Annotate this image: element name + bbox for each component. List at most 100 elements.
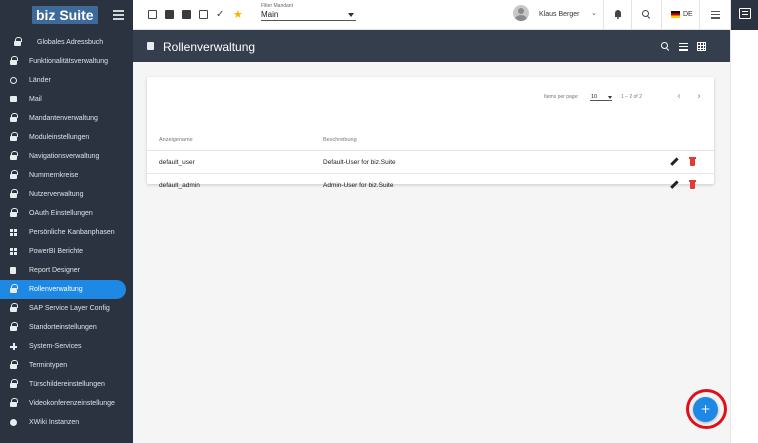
- sidebar-item-label: Persönliche Kanbanphasen: [29, 229, 115, 236]
- items-per-page-value: 10: [591, 94, 598, 100]
- user-menu-chevron-icon[interactable]: ⌄: [591, 9, 597, 17]
- lock-icon: [10, 284, 18, 293]
- mandant-filter-label: Filter Mandant: [261, 3, 293, 9]
- role-name: default_admin: [159, 182, 200, 189]
- sidebar-item[interactable]: Türschildereinstellungen: [0, 375, 133, 394]
- user-name[interactable]: Klaus Berger: [539, 11, 579, 18]
- roles-table-card: Items per page: 10 1 – 2 of 2 ‹ › Anzeig…: [147, 77, 714, 189]
- sidebar-item-label: XWiki Instanzen: [29, 419, 80, 426]
- sidebar-item[interactable]: PowerBI Berichte: [0, 242, 133, 261]
- sidebar-item[interactable]: Moduleinstellungen: [0, 128, 133, 147]
- items-per-page-select[interactable]: 10: [590, 91, 612, 101]
- lock-icon: [10, 398, 18, 407]
- list-menu-icon[interactable]: [711, 11, 720, 19]
- sidebar-item[interactable]: Länder: [0, 71, 133, 90]
- right-rail: [730, 0, 758, 443]
- next-page-button[interactable]: ›: [697, 91, 701, 102]
- page-range: 1 – 2 of 2: [621, 94, 642, 100]
- sidebar-item[interactable]: XWiki Instanzen: [0, 413, 133, 432]
- sidebar-item[interactable]: OAuth Einstellungen: [0, 204, 133, 223]
- divider: [603, 0, 604, 30]
- divider: [631, 0, 632, 30]
- globe-icon: [10, 77, 17, 84]
- sidebar-item-label: Standorteinstellungen: [29, 324, 97, 331]
- sidebar-item-label: Nutzerverwaltung: [29, 191, 84, 198]
- contacts-icon[interactable]: [182, 10, 191, 19]
- language-selector[interactable]: DE: [683, 11, 693, 18]
- sidebar-item-label: System-Services: [29, 343, 82, 350]
- circle-icon: [10, 419, 17, 426]
- lock-icon: [10, 360, 18, 369]
- role-description: Admin-User for biz.Suite: [323, 182, 394, 189]
- table-row[interactable]: default_admin Admin-User for biz.Suite: [147, 174, 714, 197]
- highlight-circle: [686, 389, 727, 429]
- sidebar-item[interactable]: System-Services: [0, 337, 133, 356]
- sidebar-item-label: Länder: [29, 77, 51, 84]
- table-header: Anzeigename Beschreibung: [147, 129, 714, 151]
- mandant-filter-select[interactable]: Main: [261, 10, 356, 21]
- sidebar-item-label: Termintypen: [29, 362, 68, 369]
- table-row[interactable]: default_user Default-User for biz.Suite: [147, 151, 714, 174]
- edit-pencil-icon[interactable]: [669, 180, 679, 190]
- sidebar-item[interactable]: Funktionalitätsverwaltung: [0, 52, 133, 71]
- search-icon[interactable]: [661, 42, 668, 49]
- sidebar-item[interactable]: Report Designer: [0, 261, 133, 280]
- chat-toggle[interactable]: [731, 0, 758, 30]
- list-view-icon[interactable]: [679, 43, 688, 51]
- done-all-icon[interactable]: ✓: [216, 10, 225, 20]
- role-description: Default-User for biz.Suite: [323, 159, 396, 166]
- delete-trash-icon[interactable]: [689, 180, 696, 189]
- lock-icon: [10, 113, 18, 122]
- chevron-down-icon: [348, 13, 354, 17]
- calendar-icon[interactable]: [148, 10, 157, 19]
- sidebar-item[interactable]: Rollenverwaltung: [0, 280, 126, 299]
- favorites-star-icon[interactable]: ★: [233, 9, 243, 20]
- sidebar-item[interactable]: Nutzerverwaltung: [0, 185, 133, 204]
- sidebar-item[interactable]: Mail: [0, 90, 133, 109]
- sidebar-item-label: Globales Adressbuch: [37, 39, 104, 46]
- sidebar-item[interactable]: Videokonferenzeinstellunge: [0, 394, 133, 413]
- search-icon[interactable]: [642, 10, 649, 17]
- lock-icon: [10, 56, 18, 65]
- sidebar-list: DublettenGlobales AdressbuchFunktionalit…: [0, 21, 133, 432]
- user-avatar[interactable]: [513, 5, 529, 21]
- lock-icon: [10, 303, 18, 312]
- divider: [699, 0, 700, 30]
- sidebar-header: biz Suite: [0, 0, 133, 30]
- chat-icon[interactable]: [739, 8, 751, 19]
- menu-toggle-icon[interactable]: [113, 10, 124, 20]
- app-logo[interactable]: biz Suite: [32, 6, 98, 24]
- sidebar-item[interactable]: Mandantenverwaltung: [0, 109, 133, 128]
- previous-page-button[interactable]: ‹: [677, 91, 681, 102]
- sidebar-item[interactable]: Navigationsverwaltung: [0, 147, 133, 166]
- page-title: Rollenverwaltung: [163, 40, 256, 54]
- mail-icon: [10, 96, 17, 102]
- sidebar-item[interactable]: Globales Adressbuch: [0, 33, 133, 52]
- grid-icon: [10, 229, 17, 236]
- sidebar-item[interactable]: Termintypen: [0, 356, 133, 375]
- mail-icon[interactable]: [165, 10, 174, 19]
- grid-view-icon[interactable]: [697, 42, 706, 51]
- sidebar-item-label: SAP Service Layer Config: [29, 305, 110, 312]
- sidebar-item[interactable]: Nummernkreise: [0, 166, 133, 185]
- sidebar-item[interactable]: Persönliche Kanbanphasen: [0, 223, 133, 242]
- cross-icon: [10, 343, 17, 350]
- delete-trash-icon[interactable]: [689, 157, 696, 166]
- app-root: DublettenGlobales AdressbuchFunktionalit…: [0, 0, 758, 443]
- column-header-anzeigename[interactable]: Anzeigename: [159, 137, 193, 143]
- sidebar-item-label: Funktionalitätsverwaltung: [29, 58, 108, 65]
- sidebar-item[interactable]: SAP Service Layer Config: [0, 299, 133, 318]
- column-header-beschreibung[interactable]: Beschreibung: [323, 137, 357, 143]
- german-flag-icon[interactable]: [671, 11, 680, 18]
- sidebar-item-label: Moduleinstellungen: [29, 134, 90, 141]
- lock-icon: [10, 322, 18, 331]
- sidebar-item-label: PowerBI Berichte: [29, 248, 84, 255]
- lock-icon: [14, 37, 22, 46]
- notifications-bell-icon[interactable]: [614, 10, 622, 19]
- tasks-icon[interactable]: [199, 10, 208, 19]
- lock-icon: [10, 379, 18, 388]
- items-per-page-label: Items per page:: [544, 94, 579, 100]
- sidebar-item[interactable]: Standorteinstellungen: [0, 318, 133, 337]
- edit-pencil-icon[interactable]: [669, 157, 679, 167]
- sidebar-item-label: OAuth Einstellungen: [29, 210, 93, 217]
